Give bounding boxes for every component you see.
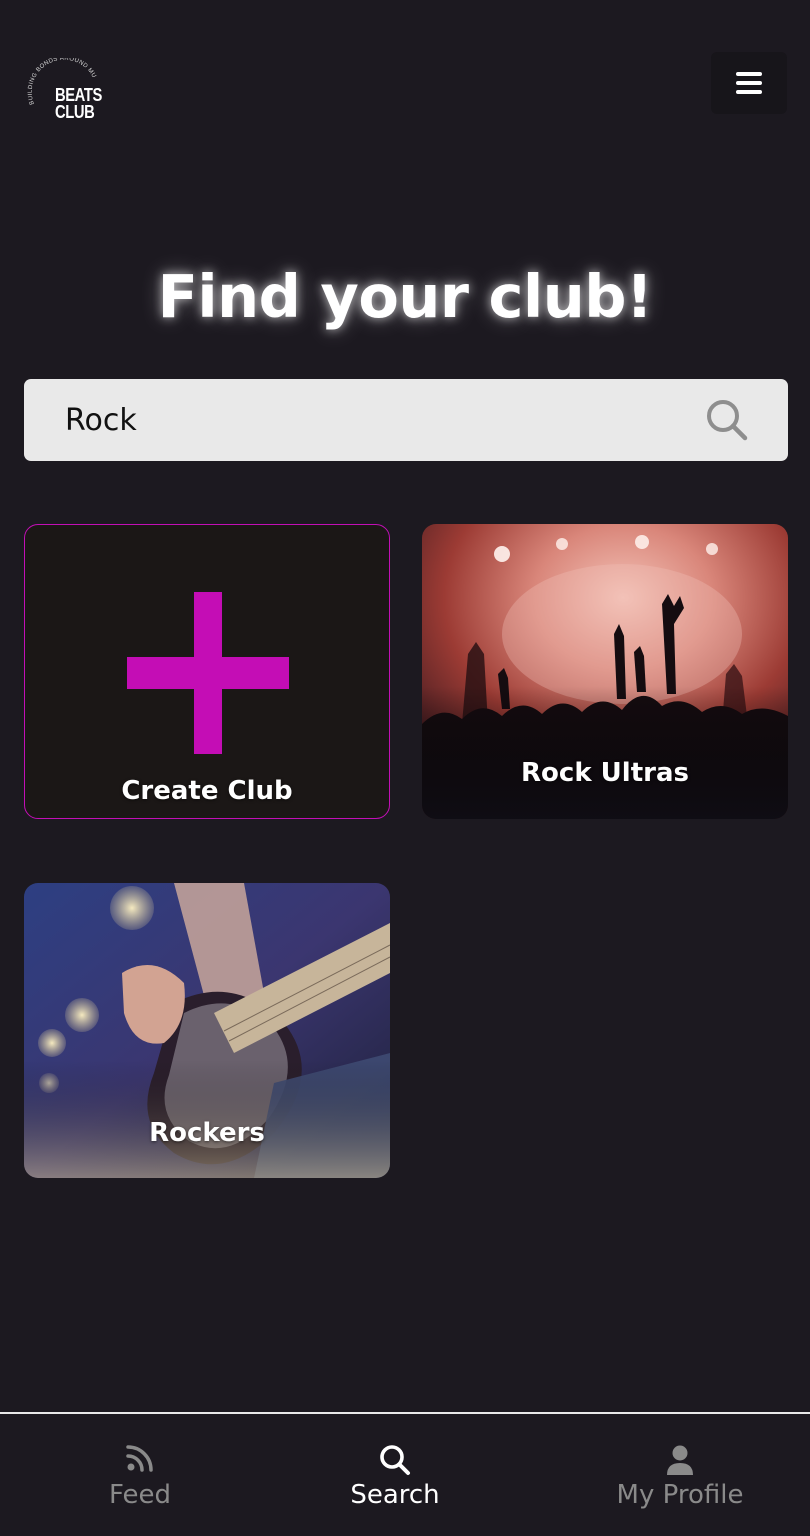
club-card-rockers[interactable]: Rockers bbox=[24, 883, 390, 1178]
nav-item-search[interactable]: Search bbox=[315, 1414, 475, 1536]
club-search-bar bbox=[24, 379, 788, 461]
hamburger-menu-icon bbox=[736, 72, 762, 94]
bottom-navigation: Feed Search My Profile bbox=[0, 1412, 810, 1536]
beats-club-logo[interactable]: BUILDING BONDS AROUND MUSIC BEATS CLUB bbox=[22, 58, 102, 132]
rss-feed-icon bbox=[126, 1445, 153, 1472]
search-icon bbox=[380, 1445, 410, 1475]
nav-label-feed: Feed bbox=[108, 1480, 172, 1510]
app-page: BUILDING BONDS AROUND MUSIC BEATS CLUB F… bbox=[0, 0, 810, 1536]
nav-label-my-profile: My Profile bbox=[616, 1480, 744, 1510]
page-title: Find your club! bbox=[157, 262, 653, 331]
menu-button[interactable] bbox=[711, 52, 787, 114]
search-input[interactable] bbox=[24, 379, 704, 461]
create-club-label: Create Club bbox=[121, 776, 293, 806]
nav-item-feed[interactable]: Feed bbox=[60, 1414, 220, 1536]
nav-label-search: Search bbox=[350, 1480, 440, 1510]
nav-item-my-profile[interactable]: My Profile bbox=[590, 1414, 770, 1536]
search-icon[interactable] bbox=[705, 398, 749, 442]
logo-wordmark: BEATS CLUB bbox=[55, 85, 102, 122]
user-icon bbox=[667, 1445, 693, 1475]
club-card-rock-ultras[interactable]: Rock Ultras bbox=[422, 524, 788, 819]
club-card-label: Rock Ultras bbox=[521, 758, 689, 788]
create-club-card[interactable]: Create Club bbox=[24, 524, 390, 819]
club-card-label: Rockers bbox=[149, 1118, 265, 1148]
